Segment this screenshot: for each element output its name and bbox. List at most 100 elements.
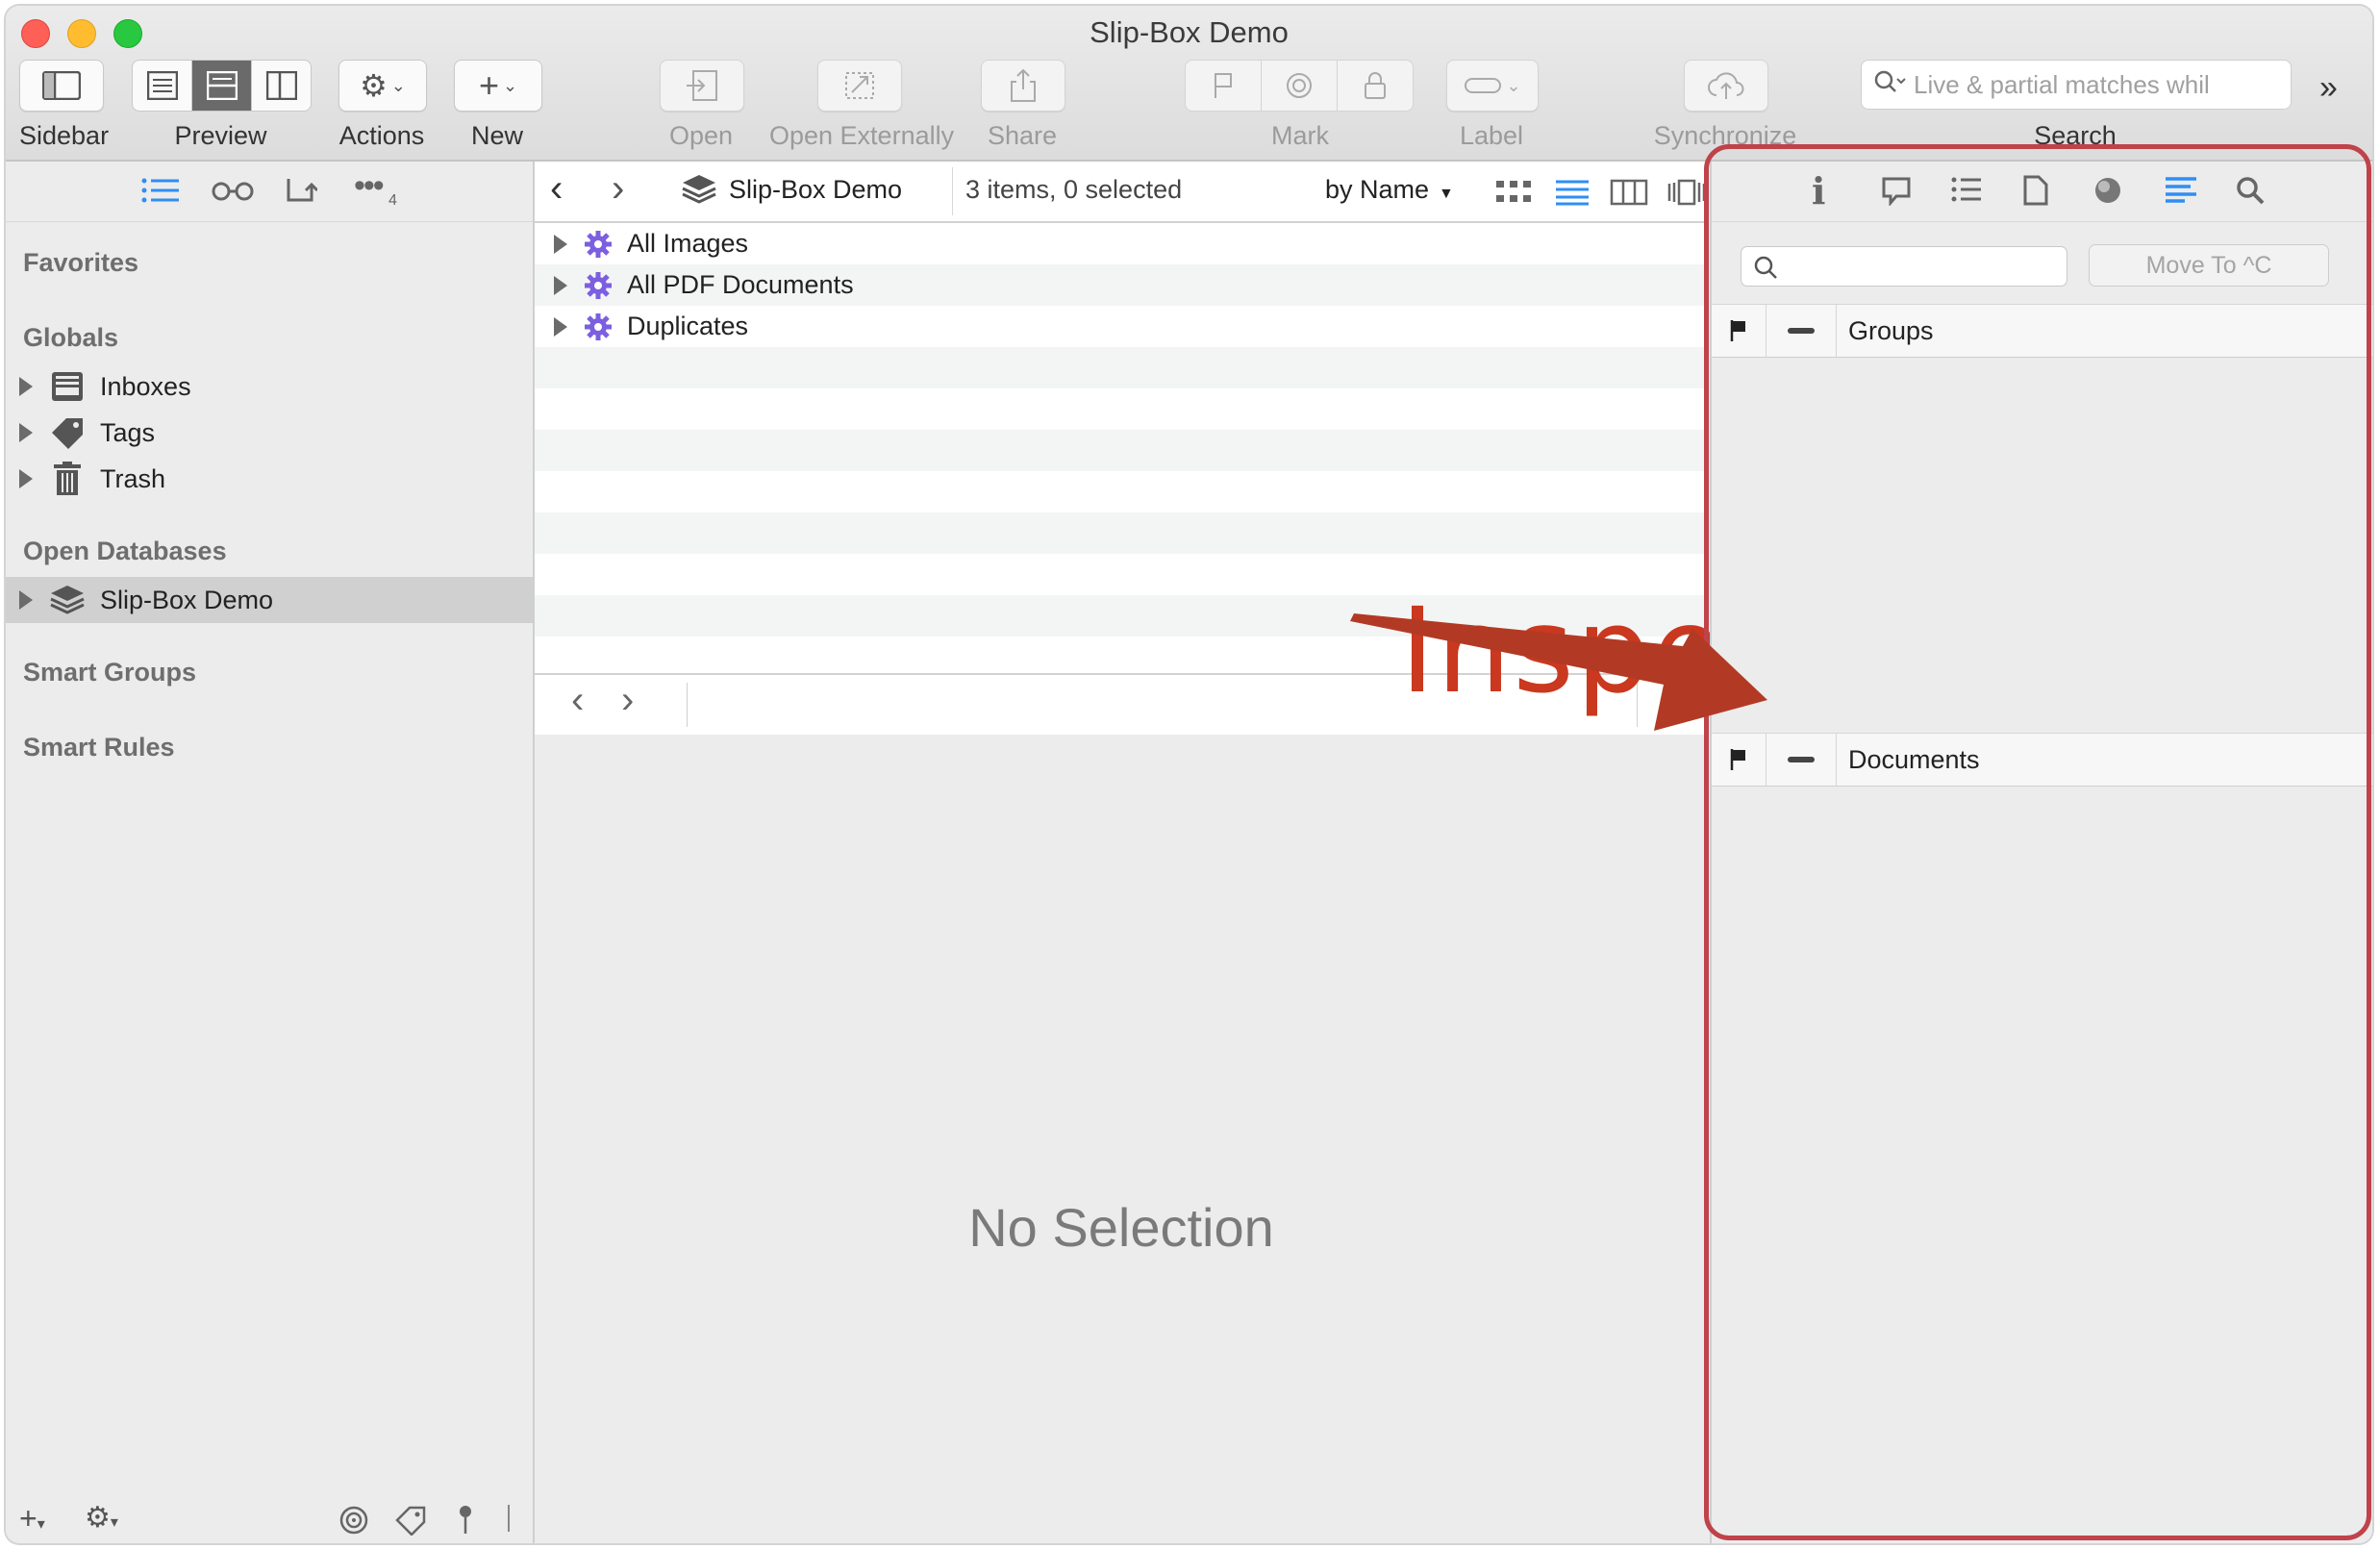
groups-table-header: Groups — [1712, 304, 2372, 359]
empty-row — [535, 512, 1708, 554]
label-menu-button[interactable]: ⌄ — [1446, 60, 1539, 112]
documents-column-label[interactable]: Documents — [1837, 745, 1980, 775]
disclosure-triangle-icon[interactable] — [19, 590, 33, 610]
target-icon[interactable] — [338, 1505, 369, 1536]
preview-right-segment[interactable] — [252, 61, 311, 111]
back-chevron-icon[interactable]: ‹ — [550, 167, 563, 211]
open-databases-header[interactable]: Open Databases — [23, 537, 227, 566]
sidebar-item-trash[interactable]: Trash — [6, 456, 533, 502]
unread-circle-icon — [1287, 73, 1312, 98]
state-column-header[interactable] — [1766, 305, 1837, 357]
icon-view-icon[interactable] — [1494, 179, 1533, 206]
chevron-down-icon: ⌄ — [1506, 75, 1521, 95]
empty-row — [535, 388, 1708, 430]
sort-menu[interactable]: by Name ▼ — [1325, 175, 1454, 205]
column-view-icon[interactable] — [1610, 179, 1648, 206]
tag-outline-icon[interactable] — [394, 1505, 427, 1536]
horizontal-split-icon — [206, 71, 238, 100]
disclosure-triangle-icon[interactable] — [554, 316, 567, 337]
more-icon[interactable]: ••• — [354, 167, 385, 205]
smart-rules-header[interactable]: Smart Rules — [23, 733, 175, 762]
flag-segment[interactable] — [1186, 61, 1262, 111]
move-to-button[interactable]: Move To ^C — [2089, 244, 2329, 287]
info-icon[interactable]: i — [1812, 169, 1825, 212]
gear-icon[interactable]: ⚙▾ — [85, 1501, 118, 1535]
list-view-icon[interactable] — [1554, 179, 1591, 206]
new-menu-button[interactable]: + ⌄ — [454, 60, 542, 112]
add-plus-icon[interactable]: +▾ — [19, 1501, 45, 1537]
pin-icon[interactable] — [456, 1503, 475, 1536]
label-label: Label — [1459, 121, 1524, 150]
smart-group-gear-icon — [585, 230, 612, 258]
database-stack-icon — [682, 175, 716, 204]
smart-group-gear-icon — [585, 271, 612, 299]
chevron-down-icon: ⌄ — [390, 75, 406, 95]
annotation-bubble-icon[interactable] — [1881, 175, 1912, 206]
preview-bottom-segment[interactable] — [192, 61, 252, 111]
sidebar-view-switcher: ••• 4 — [6, 162, 533, 222]
list-item[interactable]: Duplicates — [535, 306, 1708, 347]
sidebar-item-slip-box-demo[interactable]: Slip-Box Demo — [6, 577, 533, 623]
flag-column-header[interactable] — [1712, 734, 1766, 786]
inspector-tab-bar: i — [1712, 162, 2372, 222]
sort-dropdown-icon: ▼ — [1439, 186, 1454, 202]
reading-glasses-icon[interactable] — [210, 175, 256, 206]
synchronize-button[interactable] — [1684, 60, 1768, 112]
import-arrow-icon[interactable] — [285, 175, 317, 206]
preview-forward-chevron-icon[interactable]: › — [621, 679, 634, 722]
state-column-header[interactable] — [1766, 734, 1837, 786]
disclosure-triangle-icon[interactable] — [554, 234, 567, 254]
disclosure-triangle-icon[interactable] — [19, 469, 33, 488]
preview-back-chevron-icon[interactable]: ‹ — [571, 679, 584, 722]
open-doc-icon — [687, 70, 717, 101]
outline-list-icon[interactable] — [140, 175, 181, 206]
lock-segment[interactable] — [1338, 61, 1413, 111]
actions-menu-button[interactable]: ⚙ ⌄ — [338, 60, 427, 112]
tag-icon — [48, 413, 87, 452]
document-icon[interactable] — [2023, 175, 2048, 206]
sidebar-toggle-button[interactable] — [19, 60, 104, 112]
toolbar-overflow-icon[interactable]: » — [2319, 69, 2338, 107]
resize-handle-icon[interactable] — [508, 1505, 510, 1532]
preview-pane: No Selection — [535, 735, 1708, 1543]
see-also-icon[interactable] — [2164, 175, 2198, 204]
path-bar: ‹ › Slip-Box Demo 3 items, 0 selected by… — [535, 162, 1708, 223]
list-item-label: All Images — [627, 229, 749, 258]
mark-segmented-control[interactable] — [1185, 60, 1414, 112]
disclosure-triangle-icon[interactable] — [19, 423, 33, 442]
unread-segment[interactable] — [1262, 61, 1338, 111]
concordance-icon[interactable] — [2092, 175, 2123, 206]
preview-segmented-control[interactable] — [132, 60, 312, 112]
list-item[interactable]: All Images — [535, 223, 1708, 264]
mark-label: Mark — [1271, 121, 1329, 150]
disclosure-triangle-icon[interactable] — [19, 377, 33, 396]
share-button[interactable] — [981, 60, 1065, 112]
trash-icon — [48, 460, 87, 498]
inspector-panel: i Move To ^C Groups Documents — [1710, 162, 2372, 1543]
list-item[interactable]: All PDF Documents — [535, 264, 1708, 306]
preview-off-segment[interactable] — [133, 61, 192, 111]
globals-header[interactable]: Globals — [23, 323, 118, 353]
open-externally-button[interactable] — [817, 60, 902, 112]
table-of-contents-icon[interactable] — [1950, 175, 1983, 204]
flag-column-header[interactable] — [1712, 305, 1766, 357]
sidebar-item-inboxes[interactable]: Inboxes — [6, 363, 533, 410]
nav-divider — [687, 683, 688, 727]
empty-row — [535, 430, 1708, 471]
favorites-header[interactable]: Favorites — [23, 248, 138, 278]
share-icon — [1011, 68, 1036, 102]
breadcrumb-database[interactable]: Slip-Box Demo — [729, 175, 902, 205]
smart-groups-header[interactable]: Smart Groups — [23, 658, 196, 687]
toolbar-search-field[interactable]: Live & partial matches whil — [1861, 60, 2292, 110]
cover-flow-view-icon[interactable] — [1667, 179, 1706, 206]
forward-chevron-icon[interactable]: › — [612, 167, 624, 211]
cloud-sync-icon — [1708, 72, 1744, 99]
open-button[interactable] — [660, 60, 744, 112]
disclosure-triangle-icon[interactable] — [554, 275, 567, 295]
actions-label: Actions — [338, 121, 425, 150]
label-pill-icon — [1465, 78, 1502, 93]
inspector-search-field[interactable] — [1741, 246, 2067, 287]
search-icon[interactable] — [2235, 175, 2266, 206]
groups-column-label[interactable]: Groups — [1837, 316, 1934, 346]
sidebar-item-tags[interactable]: Tags — [6, 410, 533, 456]
